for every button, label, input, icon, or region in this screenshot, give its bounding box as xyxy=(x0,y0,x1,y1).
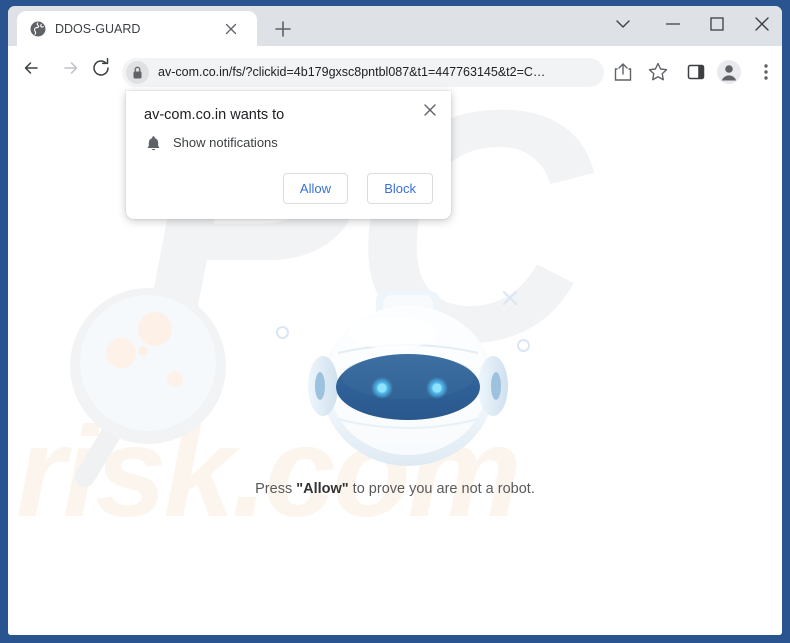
share-icon[interactable] xyxy=(610,59,636,85)
press-suffix: to prove you are not a robot. xyxy=(348,481,535,497)
block-button[interactable]: Block xyxy=(367,173,433,204)
browser-toolbar: av-com.co.in/fs/?clickid=4b179gxsc8pntbl… xyxy=(8,46,782,91)
url-text: av-com.co.in/fs/?clickid=4b179gxsc8pntbl… xyxy=(158,65,546,79)
tab-close-icon[interactable] xyxy=(222,20,240,38)
reload-button[interactable] xyxy=(86,53,116,83)
globe-icon xyxy=(30,21,46,37)
side-panel-icon[interactable] xyxy=(683,59,709,85)
profile-avatar-icon[interactable] xyxy=(716,59,742,85)
tab-strip: DDOS-GUARD xyxy=(8,6,782,46)
press-emphasis: "Allow" xyxy=(296,481,349,497)
notification-permission-dialog: av-com.co.in wants to Show notifications… xyxy=(126,91,451,219)
press-prefix: Press xyxy=(255,481,297,497)
window-close-button[interactable] xyxy=(742,9,782,39)
browser-window-inner: DDOS-GUARD av-com.co.in/fs/?clickid=4b17… xyxy=(8,6,782,635)
three-dot-menu-icon[interactable] xyxy=(753,59,779,85)
permission-option-label: Show notifications xyxy=(173,135,278,150)
address-bar[interactable]: av-com.co.in/fs/?clickid=4b179gxsc8pntbl… xyxy=(122,58,604,87)
browser-tab[interactable]: DDOS-GUARD xyxy=(17,11,257,46)
decorative-circle xyxy=(276,326,289,339)
tab-search-button[interactable] xyxy=(603,9,643,39)
allow-button[interactable]: Allow xyxy=(282,173,348,204)
tab-title: DDOS-GUARD xyxy=(55,22,141,36)
minimize-button[interactable] xyxy=(653,9,693,39)
forward-button[interactable] xyxy=(56,53,86,83)
press-allow-text: Press "Allow" to prove you are not a rob… xyxy=(8,481,782,497)
magnifying-glass-illustration xyxy=(63,281,238,511)
permission-dialog-title: av-com.co.in wants to xyxy=(144,107,285,123)
new-tab-button[interactable] xyxy=(271,17,295,41)
bell-icon xyxy=(144,134,163,153)
maximize-button[interactable] xyxy=(697,9,737,39)
browser-window: DDOS-GUARD av-com.co.in/fs/?clickid=4b17… xyxy=(0,0,790,643)
robot-illustration xyxy=(293,291,523,491)
back-button[interactable] xyxy=(18,53,48,83)
permission-dialog-close-icon[interactable] xyxy=(419,99,441,121)
star-icon[interactable] xyxy=(645,59,671,85)
lock-icon[interactable] xyxy=(126,61,149,84)
